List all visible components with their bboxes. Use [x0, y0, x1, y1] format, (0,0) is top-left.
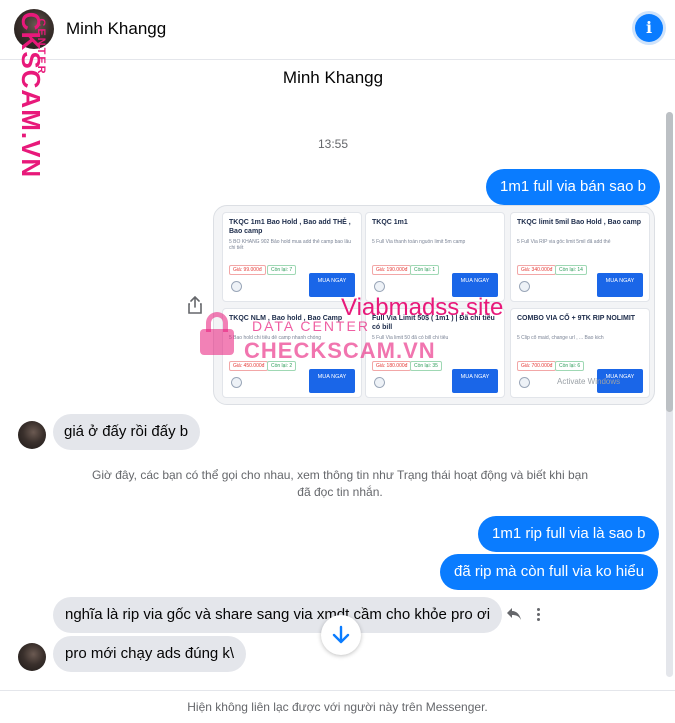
buy-button: MUA NGAY — [597, 273, 643, 297]
message-outgoing[interactable]: đã rip mà còn full via ko hiểu — [440, 554, 659, 590]
watermark-brand: CKSCAM.VN — [16, 11, 46, 179]
info-icon — [519, 281, 530, 292]
buy-button: MUA NGAY — [452, 369, 498, 393]
info-button[interactable]: i — [635, 14, 663, 42]
activate-windows-text: Activate Windows — [557, 377, 621, 386]
chat-header: Minh Khangg i — [0, 0, 675, 60]
buy-button: MUA NGAY — [309, 369, 355, 393]
info-icon — [231, 281, 242, 292]
avatar[interactable] — [18, 421, 46, 449]
message-incoming[interactable]: pro mới chạy ads đúng k\ — [53, 636, 247, 672]
info-icon — [231, 377, 242, 388]
contact-name[interactable]: Minh Khangg — [66, 19, 166, 39]
message-outgoing[interactable]: 1m1 full via bán sao b — [486, 169, 660, 205]
product-card: TKQC 1m1 5 Full Via thanh toán nguồn lim… — [365, 212, 505, 302]
scrollbar[interactable] — [666, 112, 673, 677]
message-outgoing[interactable]: 1m1 rip full via là sao b — [478, 516, 660, 552]
product-card: TKQC 1m1 Bao Hold , Bao add THẺ , Bao ca… — [222, 212, 362, 302]
avatar[interactable] — [18, 643, 46, 671]
scroll-to-bottom-button[interactable] — [321, 615, 361, 655]
timestamp: 13:55 — [317, 137, 349, 151]
conversation-title: Minh Khangg — [282, 68, 384, 87]
lock-icon — [200, 312, 234, 356]
message-incoming[interactable]: giá ở đấy rồi đấy b — [53, 414, 201, 450]
arrow-down-icon — [332, 625, 350, 644]
unavailable-notice: Hiện không liên lạc được với người này t… — [187, 700, 488, 714]
footer: Hiện không liên lạc được với người này t… — [0, 690, 675, 723]
product-card: TKQC limit 5mil Bao Hold , Bao camp 5 Fu… — [510, 212, 650, 302]
info-icon — [519, 377, 530, 388]
info-icon: i — [645, 18, 653, 37]
scrollbar-thumb[interactable] — [666, 112, 673, 412]
info-icon — [374, 377, 385, 388]
more-options-icon[interactable] — [534, 607, 542, 623]
site-watermark: Viabmadss.site — [341, 294, 504, 321]
info-icon — [374, 281, 385, 292]
message-incoming[interactable]: nghĩa là rip via gốc và share sang via x… — [53, 597, 503, 633]
reply-icon[interactable] — [506, 607, 522, 621]
call-notice: Giờ đây, các bạn có thể gọi cho nhau, xe… — [91, 468, 588, 499]
